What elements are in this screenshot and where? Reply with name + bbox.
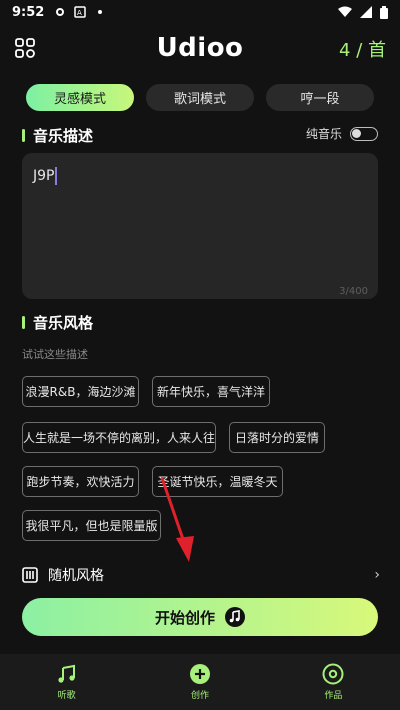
gear-icon [56, 8, 65, 16]
pure-music-toggle-row: 纯音乐 [306, 125, 378, 142]
style-chip[interactable]: 人生就是一场不停的离别，人来人往 [22, 422, 216, 453]
dot-icon [98, 10, 103, 14]
text-caret [55, 166, 57, 185]
start-create-label: 开始创作 [154, 608, 215, 627]
style-chip[interactable]: 日落时分的爱情 [229, 422, 325, 453]
music-style-header: 音乐风格 [22, 312, 93, 332]
pure-music-label: 纯音乐 [305, 127, 342, 141]
tab-hum-mode[interactable]: 哼一段 [266, 84, 374, 111]
nav-item-create[interactable]: 创作 [133, 654, 266, 710]
grid-menu-icon[interactable] [15, 38, 35, 58]
start-create-button[interactable]: 开始创作 [22, 598, 378, 636]
music-note-icon [225, 607, 245, 627]
app-title: Udioo [156, 33, 244, 63]
section-accent-bar [22, 128, 25, 142]
pure-music-toggle[interactable] [350, 126, 378, 141]
status-time: 9:52 [12, 4, 45, 20]
music-desc-input[interactable]: J9P 3/400 [22, 153, 378, 299]
tab-inspiration-mode[interactable]: 灵感模式 [26, 84, 134, 111]
toggle-knob [352, 128, 361, 138]
nav-label-create: 创作 [190, 691, 209, 701]
song-counter: 4 / 首 [339, 40, 386, 61]
signal-icon [360, 6, 372, 18]
bottom-nav: 听歌 创作 作品 [0, 654, 400, 710]
mode-tabs: 灵感模式 歌词模式 哼一段 [26, 84, 374, 111]
disc-icon [322, 663, 344, 685]
style-chip[interactable]: 跑步节奏，欢快活力 [22, 466, 139, 497]
android-icon: A [74, 6, 87, 18]
plus-circle-icon [189, 664, 210, 684]
svg-text:A: A [77, 9, 82, 17]
random-style-row[interactable]: 随机风格 › [22, 560, 380, 590]
music-note-icon [58, 664, 75, 683]
status-right [338, 5, 388, 19]
style-chip[interactable]: 我很平凡，但也是限量版 [22, 510, 161, 541]
music-desc-value: J9P [33, 168, 55, 184]
style-chip[interactable]: 浪漫R&B，海边沙滩 [22, 376, 139, 407]
random-style-label: 随机风格 [48, 568, 104, 584]
style-chip[interactable]: 圣诞节快乐，温暖冬天 [152, 466, 283, 497]
section-accent-bar [22, 315, 25, 329]
style-chip[interactable]: 新年快乐，喜气洋洋 [152, 376, 270, 407]
nav-label-works: 作品 [324, 691, 343, 701]
nav-item-listen[interactable]: 听歌 [0, 654, 133, 710]
music-desc-title: 音乐描述 [33, 126, 94, 145]
app-header: Udioo 4 / 首 [0, 28, 400, 68]
wifi-icon [338, 6, 352, 17]
chevron-right-icon: › [374, 567, 380, 583]
equalizer-icon [22, 567, 38, 583]
nav-label-listen: 听歌 [57, 691, 76, 701]
tab-lyrics-mode[interactable]: 歌词模式 [146, 84, 254, 111]
nav-item-works[interactable]: 作品 [267, 654, 400, 710]
style-hint: 试试这些描述 [22, 348, 88, 361]
char-count: 3/400 [339, 286, 368, 297]
battery-icon [380, 5, 388, 19]
music-style-title: 音乐风格 [33, 313, 94, 332]
status-bar: 9:52 A [0, 0, 400, 24]
music-desc-header: 音乐描述 [22, 125, 93, 145]
